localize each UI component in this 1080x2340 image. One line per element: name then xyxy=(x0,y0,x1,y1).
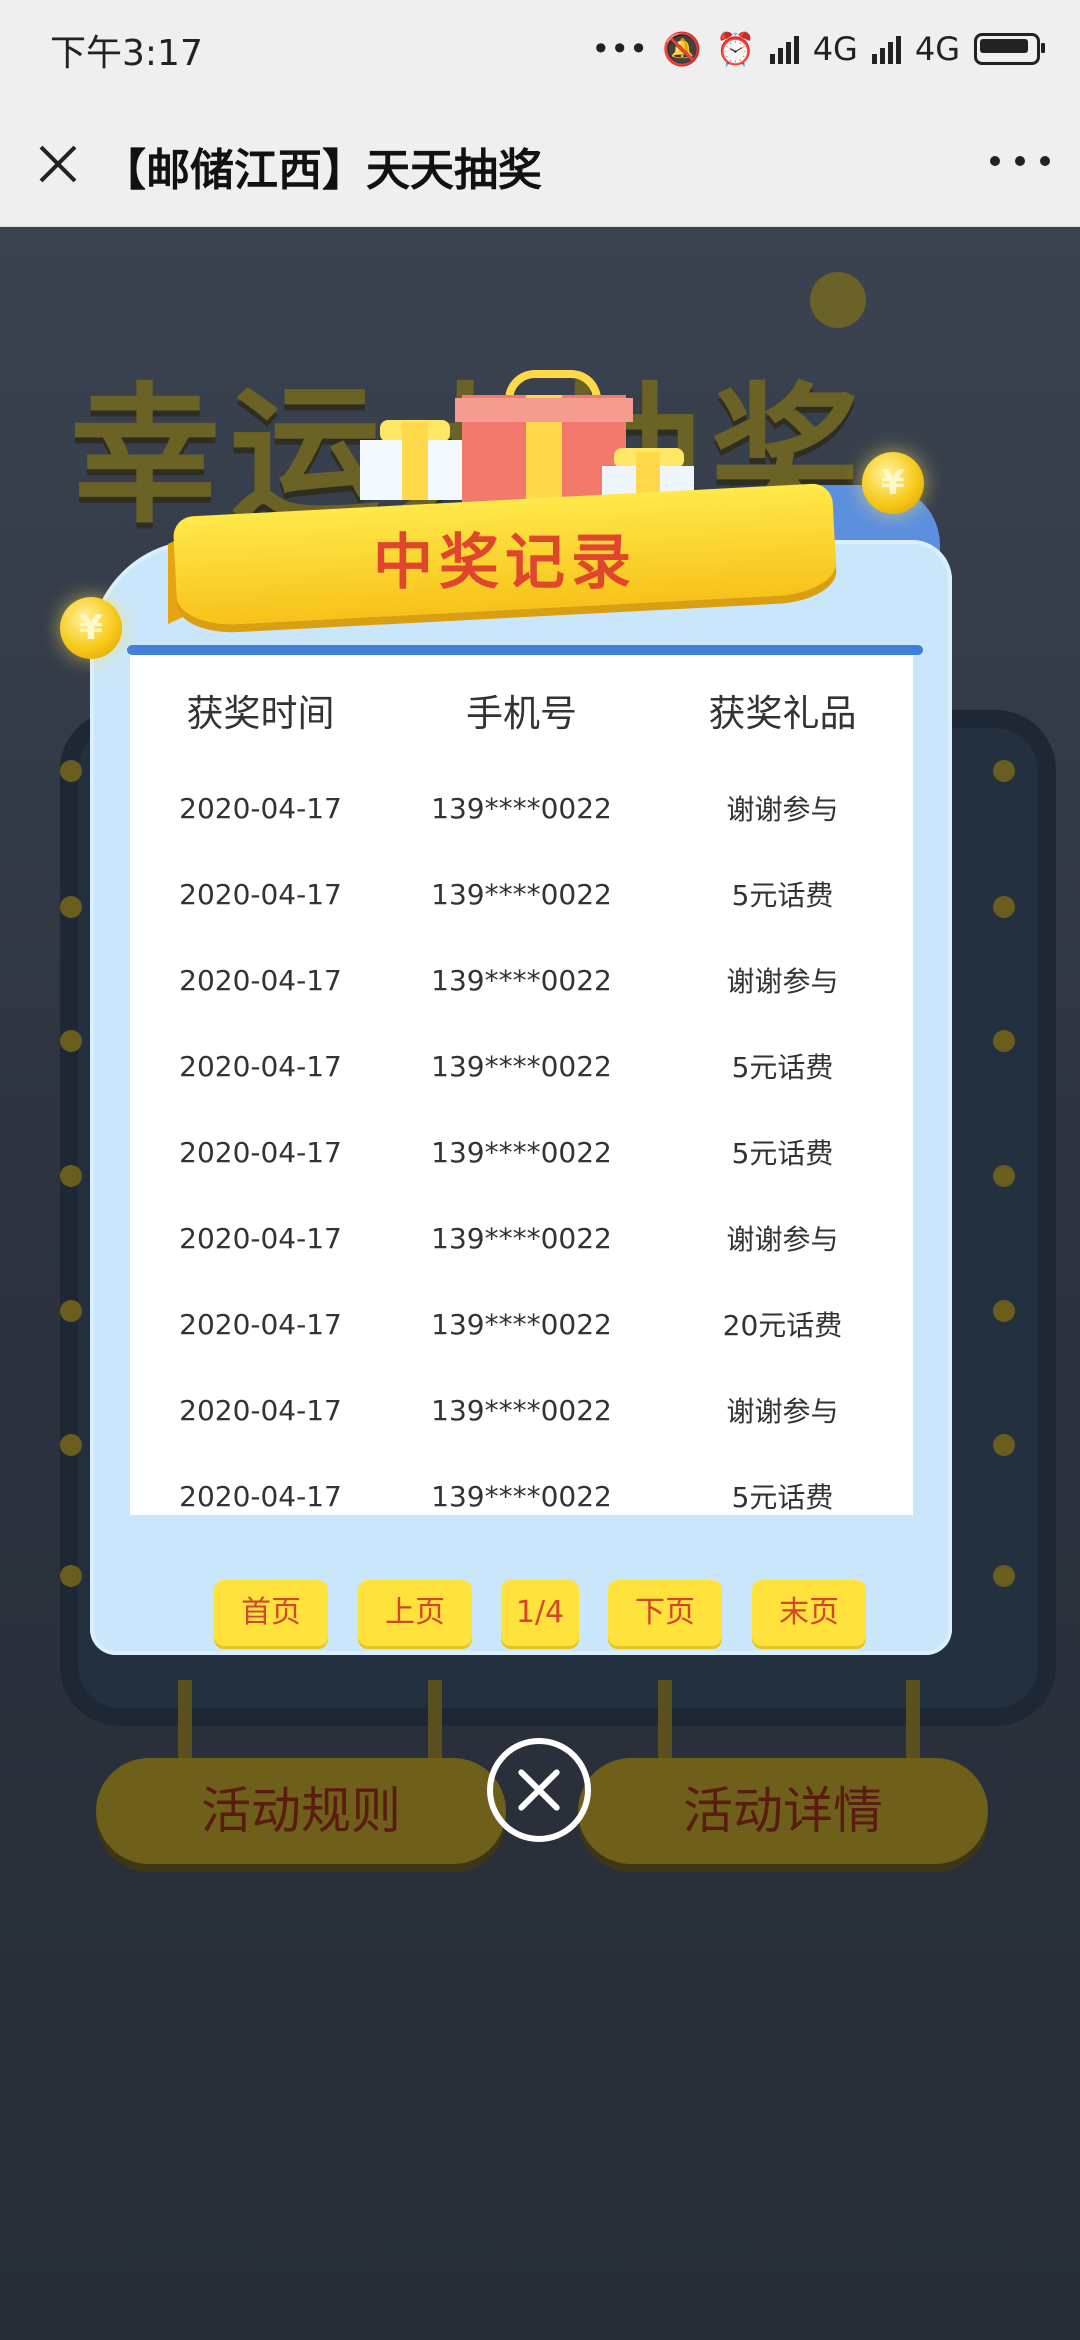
row-phone: 139****0022 xyxy=(431,877,612,911)
row-time: 2020-04-17 xyxy=(179,1221,342,1255)
row-time: 2020-04-17 xyxy=(179,1049,342,1083)
row-phone: 139****0022 xyxy=(431,1393,612,1427)
row-phone: 139****0022 xyxy=(431,1049,612,1083)
mute-icon: 🔕 xyxy=(662,30,702,68)
table-row: 2020-04-17 139****0022 谢谢参与 xyxy=(130,1195,913,1281)
bulb-icon xyxy=(60,896,82,918)
table-row: 2020-04-17 139****0022 20元话费 xyxy=(130,1281,913,1367)
column-header-time: 获奖时间 xyxy=(186,692,335,735)
modal-title: 中奖记录 xyxy=(373,528,637,598)
row-phone: 139****0022 xyxy=(431,1221,612,1255)
close-icon[interactable] xyxy=(28,134,88,194)
row-time: 2020-04-17 xyxy=(179,1479,342,1513)
status-icons: ••• 🔕 ⏰ 4G 4G xyxy=(591,26,1045,72)
bulb-icon xyxy=(993,1165,1015,1187)
more-notifications-icon: ••• xyxy=(591,30,648,68)
bulb-icon xyxy=(60,1165,82,1187)
row-prize: 5元话费 xyxy=(731,1137,834,1170)
table-row: 2020-04-17 139****0022 5元话费 xyxy=(130,851,913,937)
row-time: 2020-04-17 xyxy=(179,1135,342,1169)
bulb-icon xyxy=(60,1434,82,1456)
column-header-phone: 手机号 xyxy=(466,692,577,735)
gift-icon xyxy=(360,422,470,500)
row-prize: 5元话费 xyxy=(731,1051,834,1084)
next-page-button[interactable]: 下页 xyxy=(608,1580,722,1646)
table-row: 2020-04-17 139****0022 5元话费 xyxy=(130,1453,913,1515)
network-label-1: 4G xyxy=(812,30,858,68)
row-prize: 20元话费 xyxy=(722,1309,843,1342)
status-bar: 下午3:17 ••• 🔕 ⏰ 4G 4G xyxy=(0,0,1080,100)
last-page-button[interactable]: 末页 xyxy=(752,1580,866,1646)
rules-button[interactable]: 活动规则 xyxy=(96,1758,506,1864)
table-row: 2020-04-17 139****0022 5元话费 xyxy=(130,1109,913,1195)
modal-close-icon[interactable] xyxy=(487,1738,591,1842)
bulb-icon xyxy=(993,1030,1015,1052)
pole xyxy=(658,1680,672,1760)
row-prize: 谢谢参与 xyxy=(726,1395,839,1428)
signal-icon xyxy=(769,34,799,64)
modal-top-border xyxy=(127,645,923,655)
pole xyxy=(428,1680,442,1760)
pagination: 首页 上页 1/4 下页 末页 xyxy=(0,1580,1080,1646)
row-prize: 5元话费 xyxy=(731,879,834,912)
first-page-button[interactable]: 首页 xyxy=(214,1580,328,1646)
bulb-icon xyxy=(993,1434,1015,1456)
gift-lid xyxy=(455,398,633,422)
column-header-prize: 获奖礼品 xyxy=(708,692,857,735)
table-row: 2020-04-17 139****0022 谢谢参与 xyxy=(130,937,913,1023)
bulb-icon xyxy=(993,896,1015,918)
bulb-icon xyxy=(60,1300,82,1322)
page-indicator: 1/4 xyxy=(501,1580,579,1646)
row-time: 2020-04-17 xyxy=(179,791,342,825)
row-prize: 5元话费 xyxy=(731,1481,834,1514)
prev-page-button[interactable]: 上页 xyxy=(358,1580,472,1646)
row-phone: 139****0022 xyxy=(431,963,612,997)
signal-icon-2 xyxy=(871,34,901,64)
bulb-icon xyxy=(60,1030,82,1052)
title-bar: 【邮储江西】天天抽奖 xyxy=(0,100,1080,227)
row-time: 2020-04-17 xyxy=(179,1393,342,1427)
details-button[interactable]: 活动详情 xyxy=(578,1758,988,1864)
bulb-icon xyxy=(993,760,1015,782)
battery-icon xyxy=(974,33,1045,65)
table-header: 获奖时间 手机号 获奖礼品 xyxy=(130,655,913,765)
row-time: 2020-04-17 xyxy=(179,1307,342,1341)
coin-icon: ¥ xyxy=(862,452,924,514)
alarm-icon: ⏰ xyxy=(715,30,756,68)
row-prize: 谢谢参与 xyxy=(726,793,839,826)
more-options-icon[interactable] xyxy=(990,156,1050,172)
table-row: 2020-04-17 139****0022 谢谢参与 xyxy=(130,765,913,851)
pole xyxy=(906,1680,920,1760)
row-phone: 139****0022 xyxy=(431,791,612,825)
table-row: 2020-04-17 139****0022 谢谢参与 xyxy=(130,1367,913,1453)
pole xyxy=(178,1680,192,1760)
row-phone: 139****0022 xyxy=(431,1479,612,1513)
row-time: 2020-04-17 xyxy=(179,963,342,997)
table-row: 2020-04-17 139****0022 5元话费 xyxy=(130,1023,913,1109)
coin-icon xyxy=(810,272,866,328)
row-phone: 139****0022 xyxy=(431,1307,612,1341)
bulb-icon xyxy=(60,760,82,782)
records-table: 获奖时间 手机号 获奖礼品 2020-04-17 139****0022 谢谢参… xyxy=(130,655,913,1515)
row-phone: 139****0022 xyxy=(431,1135,612,1169)
bulb-icon xyxy=(993,1300,1015,1322)
network-label-2: 4G xyxy=(914,30,960,68)
coin-icon: ¥ xyxy=(60,597,122,659)
row-prize: 谢谢参与 xyxy=(726,965,839,998)
row-time: 2020-04-17 xyxy=(179,877,342,911)
row-prize: 谢谢参与 xyxy=(726,1223,839,1256)
page-title: 【邮储江西】天天抽奖 xyxy=(102,145,542,196)
status-time: 下午3:17 xyxy=(50,33,203,74)
